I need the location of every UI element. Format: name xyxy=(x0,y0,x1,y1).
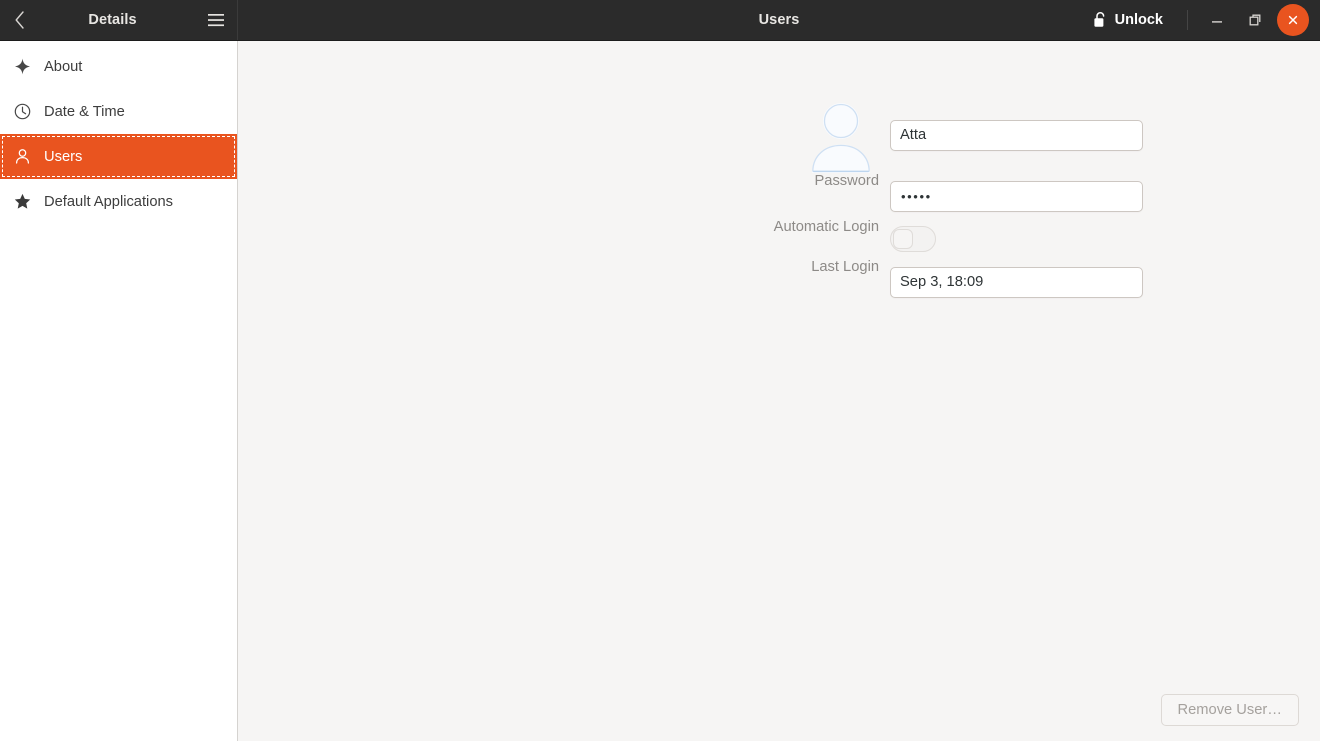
sidebar-item-default-applications[interactable]: Default Applications xyxy=(0,179,237,224)
header-sidebar-section: Details xyxy=(0,0,238,40)
password-label: Password xyxy=(414,173,890,219)
sidebar: About Date & Time User xyxy=(0,41,238,741)
sidebar-item-label: About xyxy=(44,59,82,75)
sidebar-item-label: Default Applications xyxy=(44,194,173,210)
sidebar-item-label: Users xyxy=(44,149,82,165)
maximize-icon xyxy=(1248,13,1262,27)
password-cell: ••••• xyxy=(890,173,1144,219)
star-icon xyxy=(13,193,31,211)
header-controls: Unlock xyxy=(1087,4,1320,36)
last-login-label: Last Login xyxy=(414,259,890,305)
sidebar-item-about[interactable]: About xyxy=(0,44,237,89)
last-login-cell: Sep 3, 18:09 xyxy=(890,259,1144,305)
panel-title: Details xyxy=(38,12,195,28)
user-form: Atta Password ••••• Automatic Login xyxy=(238,41,1320,305)
unlock-button[interactable]: Unlock xyxy=(1087,7,1173,33)
username-cell: Atta xyxy=(890,97,1144,173)
automatic-login-toggle[interactable] xyxy=(890,226,936,252)
back-button[interactable] xyxy=(0,0,38,41)
close-icon xyxy=(1286,13,1300,27)
hamburger-menu-icon xyxy=(207,13,225,27)
automatic-login-label: Automatic Login xyxy=(414,219,890,259)
menu-button[interactable] xyxy=(195,0,237,41)
content-area: Atta Password ••••• Automatic Login xyxy=(238,41,1320,741)
sparkle-icon xyxy=(13,58,31,76)
last-login-value: Sep 3, 18:09 xyxy=(890,267,1143,298)
user-avatar-icon xyxy=(803,97,879,173)
clock-icon xyxy=(13,103,31,121)
avatar-cell xyxy=(414,97,890,173)
automatic-login-cell xyxy=(890,219,1144,259)
maximize-button[interactable] xyxy=(1239,4,1271,36)
chevron-left-icon xyxy=(13,10,26,30)
minimize-icon xyxy=(1210,13,1224,27)
minimize-button[interactable] xyxy=(1201,4,1233,36)
sidebar-item-users[interactable]: Users xyxy=(0,134,237,179)
toggle-knob xyxy=(893,229,913,249)
remove-user-button[interactable]: Remove User… xyxy=(1161,694,1299,726)
header-separator xyxy=(1187,10,1188,30)
close-button[interactable] xyxy=(1277,4,1309,36)
settings-window: Details Users Unlock xyxy=(0,0,1320,741)
sidebar-item-date-time[interactable]: Date & Time xyxy=(0,89,237,134)
password-input[interactable]: ••••• xyxy=(890,181,1143,212)
padlock-open-icon xyxy=(1093,11,1108,29)
unlock-label: Unlock xyxy=(1115,12,1163,28)
sidebar-item-label: Date & Time xyxy=(44,104,125,120)
avatar[interactable] xyxy=(803,97,879,173)
window-body: About Date & Time User xyxy=(0,41,1320,741)
person-icon xyxy=(13,148,31,166)
header-bar: Details Users Unlock xyxy=(0,0,1320,41)
username-input[interactable]: Atta xyxy=(890,120,1143,151)
header-main-section: Users Unlock xyxy=(238,0,1320,40)
